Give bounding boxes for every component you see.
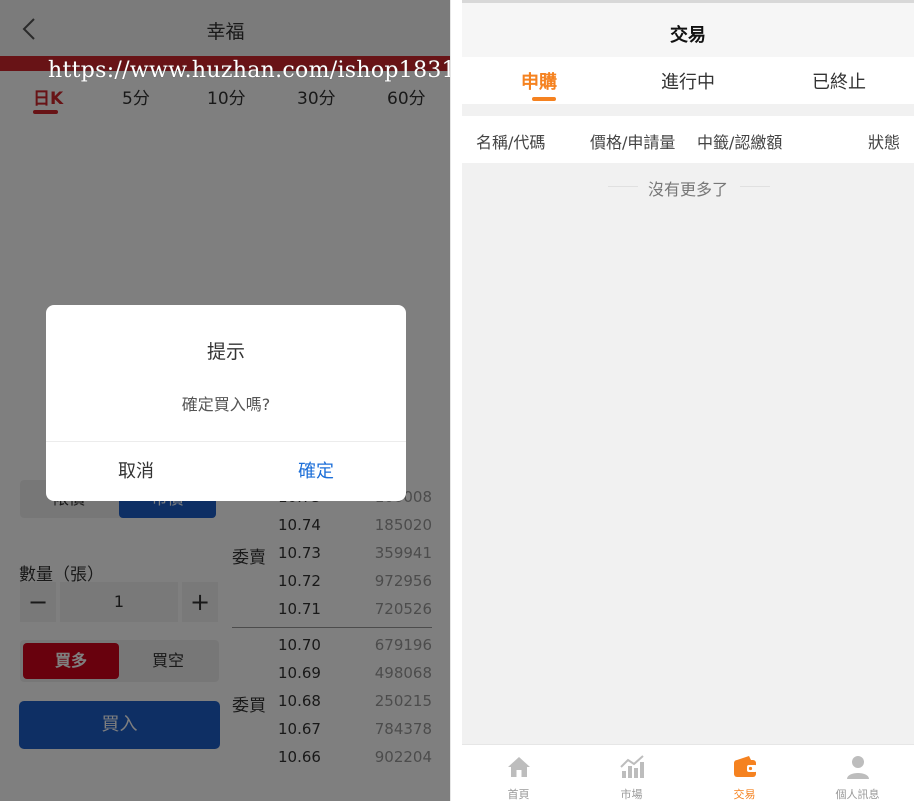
dialog-message: 確定買入嗎? [181,395,271,414]
tabbar-label: 交易 [733,788,756,801]
tab-in-progress[interactable]: 進行中 [661,68,715,94]
column-allotment-amount: 中籤/認繳額 [697,133,783,152]
cancel-button[interactable]: 取消 [46,442,226,501]
bottom-tab-bar: 首頁 市場 交易 個人訊息 [462,744,914,801]
trade-tabs: 申購 進行中 已終止 [462,57,914,104]
divider-line [740,186,770,187]
tab-terminated[interactable]: 已終止 [812,68,866,94]
tabbar-profile[interactable]: 個人訊息 [801,745,914,801]
stock-detail-screen: 幸福 https://www.huzhan.com/ishop18319 日K … [0,0,451,801]
confirm-dialog: 提示 確定買入嗎? 取消 確定 [46,305,406,501]
column-status: 狀態 [868,133,901,152]
tabbar-trade[interactable]: 交易 [688,745,801,801]
user-icon [847,756,869,779]
wallet-icon [734,756,757,777]
tabbar-market[interactable]: 市場 [575,745,688,801]
tabbar-label: 首頁 [507,788,530,801]
home-icon [508,757,530,777]
column-name-code: 名稱/代碼 [476,133,546,152]
page-title: 交易 [670,25,706,46]
header-bar: 交易 [462,3,914,57]
tabbar-label: 市場 [620,788,643,801]
tabbar-home[interactable]: 首頁 [462,745,575,801]
dialog-title: 提示 [206,341,245,363]
trade-screen: 交易 申購 進行中 已終止 名稱/代碼 價格/申請量 中籤/認繳額 狀態 沒有更… [462,0,914,801]
tab-subscribe[interactable]: 申購 [521,68,557,94]
tabbar-label: 個人訊息 [835,788,880,801]
active-tab-indicator [532,97,556,101]
table-header: 名稱/代碼 價格/申請量 中籤/認繳額 狀態 [462,116,914,163]
market-chart-icon [620,755,644,778]
column-price-quantity: 價格/申請量 [590,133,676,152]
confirm-button[interactable]: 確定 [226,442,406,501]
empty-list-text: 沒有更多了 [647,180,728,199]
watermark-text: https://www.huzhan.com/ishop18319 [48,58,451,83]
